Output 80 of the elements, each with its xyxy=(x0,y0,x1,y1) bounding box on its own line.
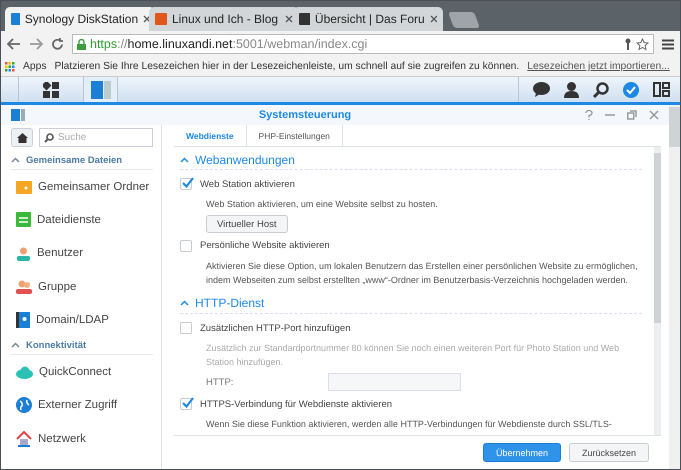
sidebar-item[interactable]: Gemeinsamer Ordner xyxy=(11,170,153,204)
scrollbar[interactable] xyxy=(654,147,661,435)
key-icon[interactable] xyxy=(624,38,632,50)
star-icon[interactable] xyxy=(636,38,649,50)
apps-grid-icon[interactable] xyxy=(5,62,15,72)
new-tab-button[interactable] xyxy=(448,12,480,28)
favicon-icon xyxy=(11,13,20,25)
sidebar-item[interactable]: Dateidienste xyxy=(11,203,153,237)
user-icon[interactable] xyxy=(564,82,579,98)
virtual-host-button[interactable]: Virtueller Host xyxy=(206,215,288,233)
tab[interactable]: Webdienste xyxy=(174,125,247,146)
description-text: Zusätzlich zur Standardportnummer 80 können Sie noch einen weiteren Port für Photo Station und Web Station hinzufügen. xyxy=(205,342,620,369)
back-icon[interactable] xyxy=(7,38,21,50)
sidebar-item[interactable]: Externer Zugriff xyxy=(11,388,153,422)
forward-icon[interactable] xyxy=(29,38,43,50)
section-heading: Webanwendungen xyxy=(195,152,295,167)
section-heading: HTTP-Dienst xyxy=(195,296,264,310)
home-button[interactable] xyxy=(11,128,33,147)
section-title: Gemeinsame Dateien xyxy=(26,154,122,166)
restore-icon[interactable] xyxy=(627,110,637,120)
home-icon xyxy=(16,132,28,142)
address-bar[interactable]: https://home.linuxandi.net:5001/webman/index.cgi xyxy=(72,34,654,54)
checkbox-label[interactable]: Persönliche Website aktivieren xyxy=(200,240,330,252)
search-field[interactable]: Suche xyxy=(39,128,153,147)
help-icon[interactable] xyxy=(585,110,593,120)
bookmarks-hint: Platzieren Sie Ihre Lesezeichen hier in der Lesezeichenleiste, um schnell auf sie zugreifen zu können. xyxy=(54,61,520,72)
user-icon xyxy=(16,246,31,261)
tab[interactable]: PHP-Einstellungen xyxy=(246,125,343,146)
page-scrollbar[interactable] xyxy=(669,105,680,469)
search-icon xyxy=(44,132,54,142)
chat-icon[interactable] xyxy=(533,82,550,97)
section-title: Konnektivität xyxy=(26,340,86,351)
caret-icon[interactable] xyxy=(180,156,189,163)
favicon-icon xyxy=(155,13,167,25)
checkbox[interactable] xyxy=(180,178,192,190)
house-icon xyxy=(16,430,32,447)
caret-icon[interactable] xyxy=(11,157,20,163)
main-menu-icon[interactable] xyxy=(43,82,59,98)
tab-title: Übersicht | Das Foru xyxy=(314,12,425,26)
caret-icon[interactable] xyxy=(180,300,189,306)
tab-title: Synology DiskStation xyxy=(24,12,138,26)
reload-icon[interactable] xyxy=(51,38,64,50)
cloud-icon xyxy=(16,366,33,379)
description-text: Aktivieren Sie diese Option, um lokalen Benutzern das Erstellen einer persönlichen Website zu ermöglichen, indem Webseiten zum selbst erstellten „www“-Ordner im Benutzerbasis-Verzeichnis hochgeladen werden. xyxy=(205,260,639,287)
checkbox-label[interactable]: Zusätzlichen HTTP-Port hinzufügen xyxy=(200,322,350,334)
folder-icon xyxy=(16,180,32,194)
description-text: Web Station aktivieren, um eine Website selbst zu hosten. xyxy=(205,198,439,212)
url-text: https://home.linuxandi.net:5001/webman/index.cgi xyxy=(90,37,368,51)
checkbox[interactable] xyxy=(180,398,192,410)
description-text: Wenn Sie diese Funktion aktivieren, werden alle HTTP-Verbindungen für Webdienste durch SSL/TLS- xyxy=(205,418,613,431)
close-icon[interactable] xyxy=(285,15,293,23)
address-book-icon xyxy=(16,312,30,328)
checkbox-label[interactable]: HTTPS-Verbindung für Webdienste aktivieren xyxy=(200,398,392,410)
menu-icon[interactable] xyxy=(662,38,674,50)
browser-tab[interactable]: Übersicht | Das Foru xyxy=(293,7,443,31)
sidebar-item[interactable]: Domain/LDAP xyxy=(11,303,153,336)
caret-icon[interactable] xyxy=(11,342,20,348)
field-label: HTTP: xyxy=(205,376,234,388)
sidebar-item[interactable]: Netzwerk xyxy=(11,422,153,456)
globe-icon xyxy=(16,397,32,414)
control-panel-icon xyxy=(11,109,25,121)
favicon-icon xyxy=(299,13,310,25)
checkbox-label[interactable]: Web Station aktivieren xyxy=(200,178,295,190)
sidebar-item[interactable]: Benutzer xyxy=(11,236,153,270)
lock-icon xyxy=(77,38,86,50)
sidebar-item[interactable]: QuickConnect xyxy=(11,355,153,389)
widgets-icon[interactable] xyxy=(653,82,670,97)
apps-link[interactable]: Apps xyxy=(23,61,46,72)
sidebar-item[interactable]: Gruppe xyxy=(11,270,153,304)
close-icon[interactable] xyxy=(430,15,437,23)
group-icon xyxy=(16,279,32,294)
close-icon[interactable] xyxy=(143,15,149,23)
search-icon[interactable] xyxy=(593,82,609,98)
control-panel-icon[interactable] xyxy=(90,80,110,98)
checkbox[interactable] xyxy=(180,322,192,334)
tab-title: Linux und Ich - Blog xyxy=(172,12,280,26)
window-title: Systemsteuerung xyxy=(258,109,352,121)
reset-button[interactable]: Zurücksetzen xyxy=(568,443,649,462)
checkbox[interactable] xyxy=(180,240,192,252)
import-bookmarks-link[interactable]: Lesezeichen jetzt importieren... xyxy=(527,61,670,72)
